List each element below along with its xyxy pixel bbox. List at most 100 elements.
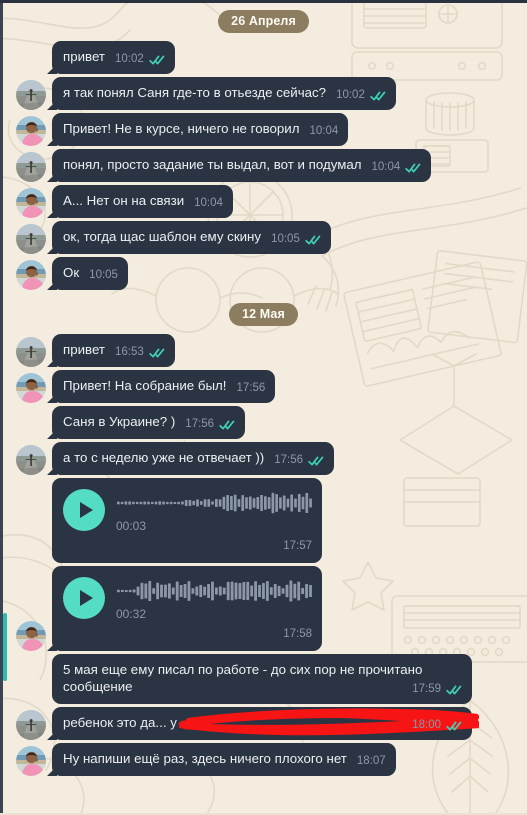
message-text: понял, просто задание ты выдал, вот и по… <box>63 157 362 172</box>
message-bubble[interactable]: А... Нет он на связи 10:04 <box>52 185 233 218</box>
message-text: Ок <box>63 265 80 280</box>
play-icon[interactable] <box>63 489 105 531</box>
voice-waveform[interactable] <box>116 491 312 515</box>
play-triangle <box>79 502 93 518</box>
chat-scrollbar-track[interactable] <box>3 3 7 815</box>
message-row: привет 10:02 <box>0 41 527 77</box>
message-row: Ок 10:05 <box>0 257 527 293</box>
message-row: 00:32 17:58 <box>0 566 527 654</box>
avatar-person-on-road[interactable] <box>16 337 46 367</box>
message-bubble[interactable]: я так понял Саня где-то в отьезде сейчас… <box>52 77 396 110</box>
message-text: привет <box>63 342 105 357</box>
voice-message-bubble[interactable]: 00:03 17:57 <box>52 478 322 563</box>
double-check-icon <box>446 721 462 730</box>
message-meta: 10:04 <box>194 195 223 212</box>
message-bubble[interactable]: понял, просто задание ты выдал, вот и по… <box>52 149 432 182</box>
avatar-spacer <box>16 73 46 74</box>
voice-message-bubble[interactable]: 00:32 17:58 <box>52 566 322 651</box>
avatar-slot <box>0 116 52 146</box>
double-check-icon <box>405 163 421 172</box>
voice-player: 00:32 <box>63 576 312 623</box>
date-badge[interactable]: 26 Апреля <box>218 10 309 33</box>
message-timestamp: 18:07 <box>356 755 386 767</box>
date-separator: 12 Мая <box>0 303 527 326</box>
chat-scrollbar-thumb[interactable] <box>3 613 7 681</box>
message-row: ребенок это да... у 18:00 <box>0 707 527 743</box>
message-bubble[interactable]: ок, тогда щас шаблон ему скину 10:05 <box>52 221 331 254</box>
voice-details: 00:03 <box>116 488 312 535</box>
message-row: я так понял Саня где-то в отьезде сейчас… <box>0 77 527 113</box>
double-check-icon <box>305 235 321 244</box>
message-timestamp: 18:00 <box>412 719 441 731</box>
message-meta: 17:56 <box>237 380 266 397</box>
avatar-person-in-pink-shirt[interactable] <box>16 116 46 146</box>
avatar-slot <box>0 80 52 110</box>
message-bubble[interactable]: 5 мая еще ему писал по работе - до сих п… <box>52 654 472 704</box>
chat-conversation-view: 26 Апреля привет 10:02 я так понял Саня где… <box>0 0 527 815</box>
message-row: 00:03 17:57 <box>0 478 527 566</box>
message-timestamp: 10:05 <box>89 269 118 281</box>
double-check-icon <box>308 456 324 465</box>
message-bubble[interactable]: Ну напиши ещё раз, здесь ничего плохого … <box>52 743 396 776</box>
message-timestamp: 10:04 <box>309 125 339 137</box>
avatar-person-in-pink-shirt[interactable] <box>16 188 46 218</box>
message-bubble[interactable]: Привет! На собрание был! 17:56 <box>52 370 276 403</box>
message-bubble[interactable]: а то с неделю уже не отвечает )) 17:56 <box>52 442 335 475</box>
avatar-spacer <box>16 562 46 563</box>
message-meta: 10:04 <box>372 159 422 176</box>
voice-waveform[interactable] <box>116 579 312 603</box>
message-bubble[interactable]: Привет! Не в курсе, ничего не говорил 10:… <box>52 113 349 146</box>
message-timestamp: 10:02 <box>336 89 365 101</box>
avatar-slot <box>0 621 52 651</box>
voice-player: 00:03 <box>63 488 312 535</box>
message-text: Саня в Украине? ) <box>63 414 176 429</box>
play-triangle <box>79 590 93 606</box>
avatar-slot <box>0 152 52 182</box>
message-bubble[interactable]: привет 16:53 <box>52 334 175 367</box>
avatar-slot <box>0 445 52 475</box>
message-timestamp: 16:53 <box>114 346 144 358</box>
date-badge[interactable]: 12 Мая <box>229 303 298 326</box>
message-timestamp: 17:56 <box>274 454 304 466</box>
avatar-slot <box>0 337 52 367</box>
avatar-slot <box>0 703 52 704</box>
message-row: ок, тогда щас шаблон ему скину 10:05 <box>0 221 527 257</box>
avatar-slot <box>0 260 52 290</box>
message-timestamp: 17:57 <box>283 540 312 552</box>
avatar-person-on-road[interactable] <box>16 445 46 475</box>
message-text: ребенок это да... у <box>63 715 177 730</box>
message-row: Привет! Не в курсе, ничего не говорил 10:… <box>0 113 527 149</box>
message-text: 5 мая еще ему писал по работе - до сих п… <box>63 662 423 694</box>
avatar-slot <box>0 373 52 403</box>
message-bubble[interactable]: Саня в Украине? ) 17:56 <box>52 406 246 439</box>
message-meta: 17:56 <box>274 452 324 469</box>
message-meta: 17:58 <box>63 624 312 643</box>
avatar-person-in-pink-shirt[interactable] <box>16 621 46 651</box>
avatar-person-on-road[interactable] <box>16 80 46 110</box>
message-text: Привет! Не в курсе, ничего не говорил <box>63 121 300 136</box>
message-meta: 17:56 <box>185 416 235 433</box>
play-icon[interactable] <box>63 577 105 619</box>
message-text: Привет! На собрание был! <box>63 378 227 393</box>
message-bubble[interactable]: привет 10:02 <box>52 41 175 74</box>
redacted-text-container: ребенок это да... у <box>63 708 479 736</box>
message-text: я так понял Саня где-то в отьезде сейчас… <box>63 85 327 100</box>
avatar-person-in-pink-shirt[interactable] <box>16 746 46 776</box>
message-row: А... Нет он на связи 10:04 <box>0 185 527 221</box>
avatar-person-in-pink-shirt[interactable] <box>16 373 46 403</box>
message-row: Саня в Украине? ) 17:56 <box>0 406 527 442</box>
message-row: Привет! На собрание был! 17:56 <box>0 370 527 406</box>
message-bubble-redacted[interactable]: ребенок это да... у 18:00 <box>52 707 479 740</box>
double-check-icon <box>446 685 462 694</box>
avatar-person-on-road[interactable] <box>16 224 46 254</box>
message-timestamp: 17:56 <box>185 418 215 430</box>
avatar-person-on-road[interactable] <box>16 710 46 740</box>
avatar-person-in-pink-shirt[interactable] <box>16 260 46 290</box>
message-bubble[interactable]: Ок 10:05 <box>52 257 128 290</box>
message-meta: 17:57 <box>63 536 312 555</box>
message-text: Ну напиши ещё раз, здесь ничего плохого … <box>63 751 347 766</box>
message-list: 26 Апреля привет 10:02 я так понял Саня где… <box>0 10 527 779</box>
voice-duration: 00:32 <box>116 607 147 621</box>
message-meta: 18:00 <box>412 717 462 734</box>
avatar-person-on-road[interactable] <box>16 152 46 182</box>
